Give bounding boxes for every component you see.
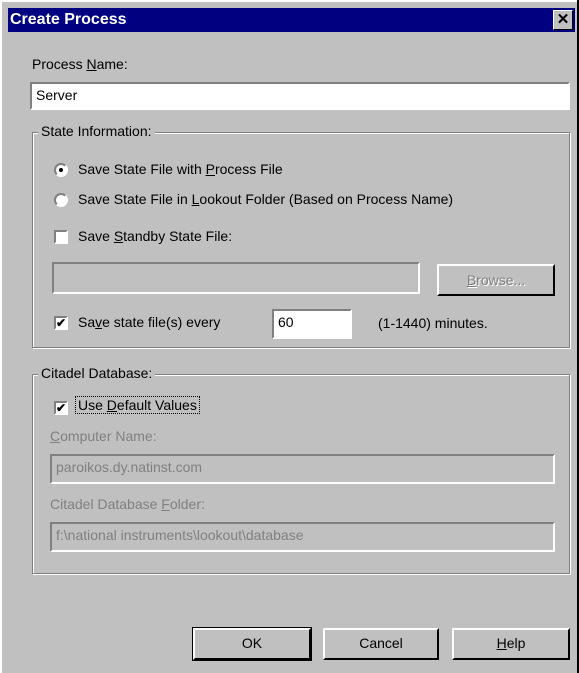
standby-path-input[interactable] bbox=[52, 262, 420, 294]
save-interval-input[interactable]: 60 bbox=[272, 309, 352, 339]
database-folder-input[interactable]: f:\national instruments\lookout\database bbox=[50, 522, 555, 552]
title-bar[interactable]: Create Process ✕ bbox=[8, 8, 575, 32]
computer-name-label: Computer Name: bbox=[50, 428, 157, 444]
save-with-process-radio[interactable] bbox=[54, 163, 68, 177]
computer-name-input[interactable]: paroikos.dy.natinst.com bbox=[50, 454, 555, 484]
save-every-label: Save state file(s) every bbox=[78, 314, 221, 330]
save-with-process-label: Save State File with Process File bbox=[78, 161, 283, 177]
browse-button[interactable]: Browse... bbox=[437, 264, 555, 296]
save-in-lookout-folder-label: Save State File in Lookout Folder (Based… bbox=[78, 191, 454, 207]
process-name-label: Process Name: bbox=[32, 56, 128, 72]
save-interval-range: (1-1440) minutes. bbox=[378, 315, 488, 331]
standby-state-checkbox[interactable] bbox=[54, 230, 68, 244]
save-in-lookout-folder-radio[interactable] bbox=[54, 193, 68, 207]
close-button[interactable]: ✕ bbox=[553, 10, 573, 30]
save-every-checkbox[interactable]: ✔ bbox=[54, 316, 68, 330]
use-default-values-label: Use Default Values bbox=[75, 396, 200, 414]
dialog-title: Create Process bbox=[10, 11, 127, 28]
radio-selected-dot bbox=[59, 168, 63, 172]
database-folder-label: Citadel Database Folder: bbox=[50, 496, 205, 512]
state-information-title: State Information: bbox=[38, 123, 155, 139]
help-button[interactable]: Help bbox=[452, 628, 570, 660]
close-icon: ✕ bbox=[556, 11, 570, 28]
standby-state-label: Save Standby State File: bbox=[78, 228, 233, 244]
cancel-button[interactable]: Cancel bbox=[323, 628, 439, 660]
check-icon: ✔ bbox=[56, 401, 67, 415]
citadel-database-title: Citadel Database: bbox=[38, 365, 156, 381]
ok-button[interactable]: OK bbox=[192, 627, 312, 661]
check-icon: ✔ bbox=[56, 316, 67, 330]
use-default-values-checkbox[interactable]: ✔ bbox=[54, 401, 68, 415]
process-name-input[interactable]: Server bbox=[30, 82, 570, 110]
